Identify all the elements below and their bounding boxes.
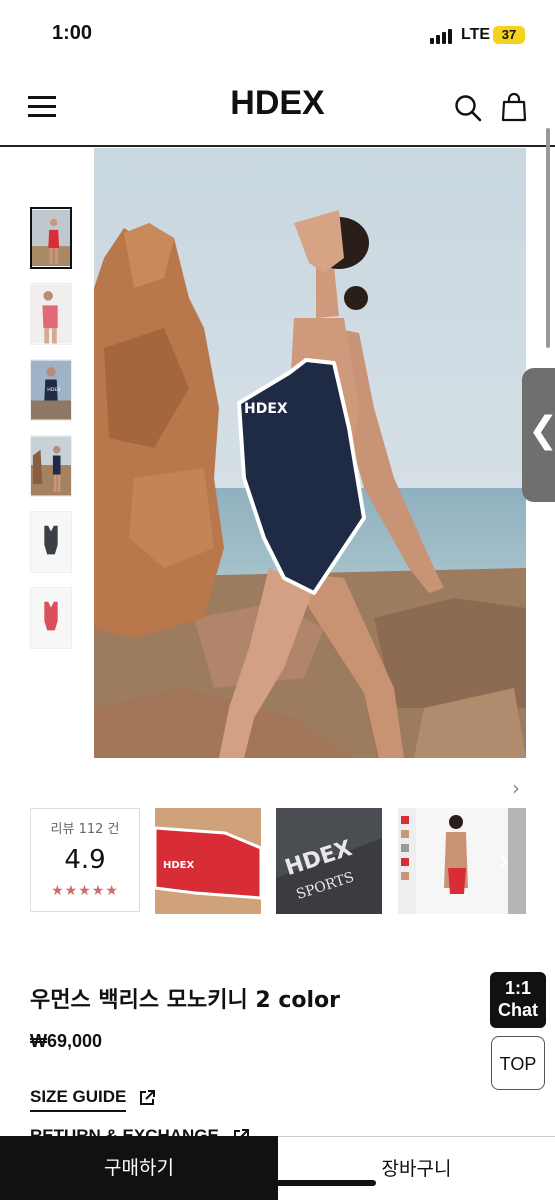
main-product-image[interactable]: HDEX — [94, 148, 526, 758]
thumbnail-6[interactable] — [30, 587, 72, 649]
thumbnail-2[interactable] — [30, 283, 72, 345]
review-next-arrow[interactable]: › — [498, 843, 510, 878]
review-score: 4.9 — [64, 845, 106, 875]
battery-indicator: 37 — [493, 26, 525, 44]
search-icon[interactable] — [454, 94, 482, 122]
review-photo-1[interactable]: HDEX — [155, 808, 261, 914]
product-price: ₩69,000 — [30, 1031, 103, 1051]
external-link-icon[interactable] — [138, 1089, 156, 1107]
home-indicator — [178, 1180, 376, 1186]
review-photo-logo: HDEX — [163, 860, 195, 871]
size-guide-link[interactable]: SIZE GUIDE — [30, 1087, 127, 1112]
side-drawer-tab[interactable]: ❮ — [522, 368, 555, 502]
network-label: LTE — [461, 26, 491, 43]
chevron-right-icon[interactable]: › — [512, 776, 520, 800]
scrollbar[interactable] — [546, 128, 550, 348]
cart-button[interactable]: 장바구니 — [278, 1136, 555, 1200]
status-time: 1:00 — [52, 22, 93, 44]
scroll-top-button[interactable]: TOP — [491, 1036, 545, 1090]
review-summary[interactable]: 리뷰 112 건 4.9 ★★★★★ — [30, 808, 140, 912]
chat-button[interactable]: 1:1 Chat — [490, 972, 546, 1028]
review-photo-2[interactable]: HDEX SPORTS — [276, 808, 382, 914]
chat-line1: 1:1 — [504, 978, 531, 998]
buy-button[interactable]: 구매하기 — [0, 1136, 278, 1200]
thumbnail-1[interactable] — [30, 207, 72, 269]
header-divider — [0, 145, 555, 147]
bag-icon[interactable] — [500, 92, 528, 122]
thumbnail-3[interactable]: HDEX — [30, 359, 72, 421]
chat-line2: Chat — [498, 1000, 538, 1020]
thumb-logo: HDEX — [47, 387, 61, 393]
review-stars: ★★★★★ — [51, 883, 119, 899]
review-count: 리뷰 112 건 — [50, 822, 120, 837]
chevron-left-icon: ❮ — [528, 410, 555, 451]
thumbnail-4[interactable] — [30, 435, 72, 497]
thumbnail-5[interactable] — [30, 511, 72, 573]
swimsuit-logo: HDEX — [244, 401, 288, 417]
signal-icon — [430, 28, 456, 44]
product-name: 우먼스 백리스 모노키니 2 color — [30, 988, 341, 1013]
